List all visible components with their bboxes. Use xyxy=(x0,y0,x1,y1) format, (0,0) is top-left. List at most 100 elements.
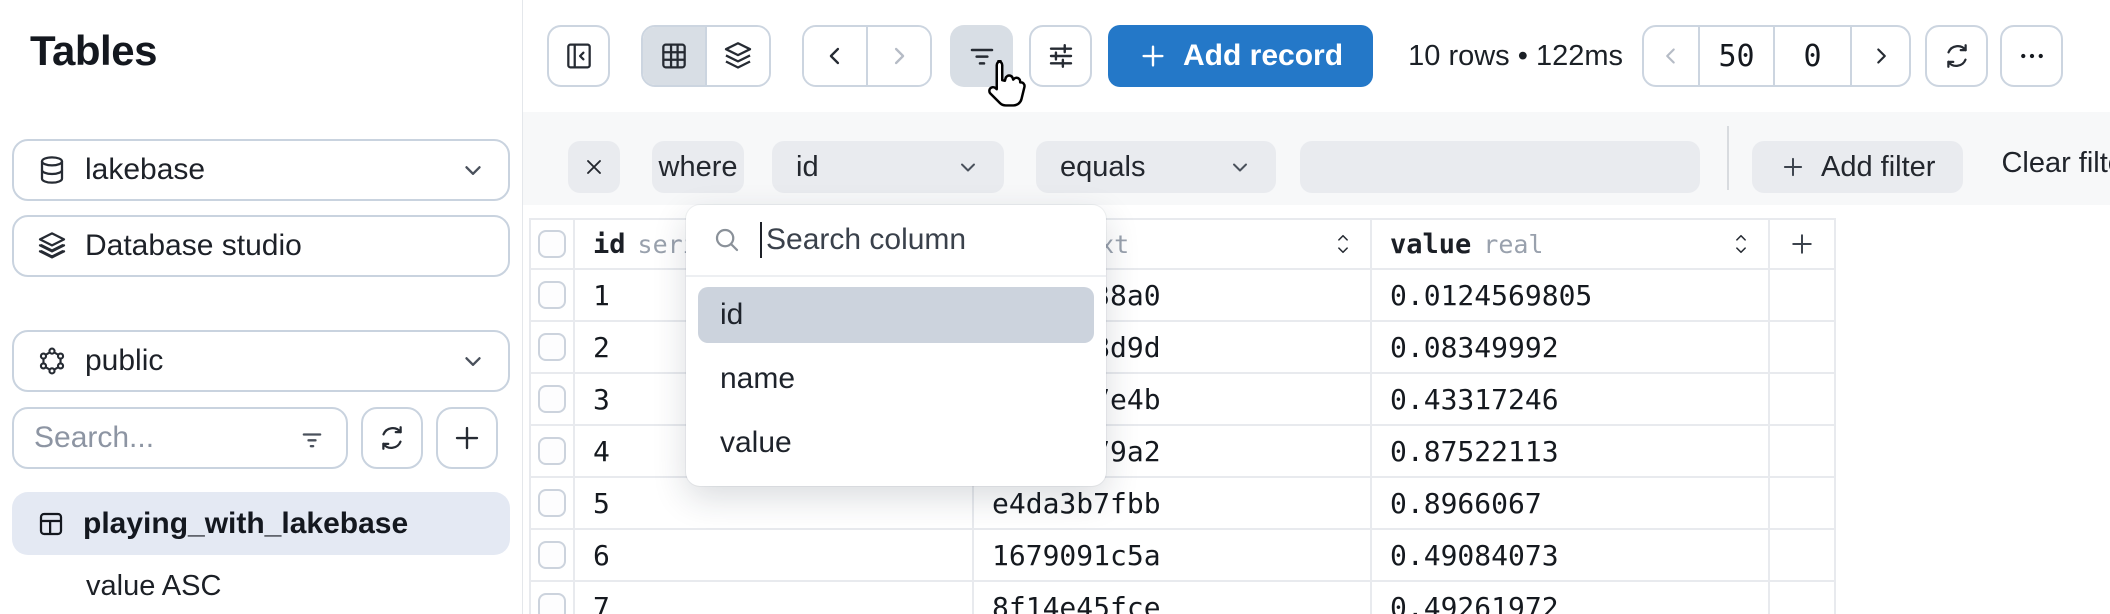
where-label: where xyxy=(652,141,744,193)
database-selector[interactable]: lakebase xyxy=(12,139,510,201)
database-selector-label: lakebase xyxy=(85,153,206,186)
plus-icon xyxy=(452,423,482,453)
plus-icon xyxy=(1138,41,1168,71)
row-checkbox[interactable] xyxy=(538,437,566,465)
row-checkbox[interactable] xyxy=(538,489,566,517)
prev-record-button[interactable] xyxy=(804,27,866,85)
sidebar: Tables lakebase Database studio public S… xyxy=(0,0,523,614)
cell-value[interactable]: 0.8966067 xyxy=(1372,478,1770,530)
query-stats: 10 rows • 122ms xyxy=(1408,39,1623,72)
sidebar-search-row: Search... xyxy=(12,407,510,469)
column-option-value[interactable]: value xyxy=(698,415,1094,471)
table-name-label: playing_with_lakebase xyxy=(83,506,409,540)
table-icon xyxy=(36,509,66,539)
table-row xyxy=(529,322,575,374)
cell-value[interactable]: 0.87522113 xyxy=(1372,426,1770,478)
app: Tables lakebase Database studio public S… xyxy=(0,0,2110,614)
sidebar-item-playing-with-lakebase[interactable]: playing_with_lakebase xyxy=(12,492,510,555)
cell-value[interactable]: 0.49084073 xyxy=(1372,530,1770,582)
prev-page-button[interactable] xyxy=(1644,27,1698,85)
schema-selector[interactable]: public xyxy=(12,330,510,392)
chevron-down-icon xyxy=(1228,155,1252,179)
filter-column-select[interactable]: id xyxy=(772,141,1004,193)
filters-button[interactable] xyxy=(950,25,1013,87)
filter-bar-divider xyxy=(1727,125,1729,190)
filter-lines-icon xyxy=(298,424,326,452)
pagination: 50 0 xyxy=(1642,25,1911,87)
row-checkbox[interactable] xyxy=(538,385,566,413)
add-record-label: Add record xyxy=(1183,39,1344,72)
page-offset-input[interactable]: 0 xyxy=(1775,27,1852,85)
ellipsis-icon xyxy=(2017,41,2047,71)
table-sort-indicator: value ASC xyxy=(86,570,222,602)
cell-empty xyxy=(1770,478,1836,530)
table-view-button[interactable] xyxy=(643,27,705,85)
select-all-checkbox[interactable] xyxy=(538,230,566,258)
add-column-button[interactable] xyxy=(1770,220,1836,270)
filter-operator-select[interactable]: equals xyxy=(1036,141,1276,193)
cell-value[interactable]: 0.49261972 xyxy=(1372,582,1770,614)
cell-id[interactable]: 6 xyxy=(575,530,974,582)
next-page-button[interactable] xyxy=(1852,27,1909,85)
database-studio-button[interactable]: Database studio xyxy=(12,215,510,277)
cell-name[interactable]: 8f14e45fce xyxy=(974,582,1372,614)
layers-view-button[interactable] xyxy=(707,27,769,85)
chevron-left-icon xyxy=(821,42,849,70)
table-row xyxy=(529,530,575,582)
next-record-button[interactable] xyxy=(868,27,930,85)
schema-icon xyxy=(36,345,68,377)
filter-operator-value: equals xyxy=(1060,150,1146,183)
close-icon xyxy=(582,155,606,179)
add-table-button[interactable] xyxy=(436,407,498,469)
filter-column-value: id xyxy=(796,150,819,183)
column-option-id[interactable]: id xyxy=(698,287,1094,343)
cell-empty xyxy=(1770,530,1836,582)
main-panel: Add record 10 rows • 122ms 50 0 where id… xyxy=(523,0,2110,614)
sort-icon[interactable] xyxy=(1332,231,1354,257)
cell-id[interactable]: 7 xyxy=(575,582,974,614)
table-row xyxy=(529,374,575,426)
cell-empty xyxy=(1770,582,1836,614)
row-checkbox[interactable] xyxy=(538,333,566,361)
refresh-data-button[interactable] xyxy=(1925,25,1988,87)
view-settings-button[interactable] xyxy=(1029,25,1092,87)
table-row xyxy=(529,582,575,614)
cell-empty xyxy=(1770,270,1836,322)
row-checkbox[interactable] xyxy=(538,281,566,309)
cell-value[interactable]: 0.0124569805 xyxy=(1372,270,1770,322)
filter-lines-icon xyxy=(966,40,998,72)
column-header-value[interactable]: value real xyxy=(1372,220,1770,270)
table-search-input[interactable]: Search... xyxy=(12,407,348,469)
table-row xyxy=(529,478,575,530)
clear-filters-button[interactable]: Clear filters xyxy=(2001,147,2110,180)
sliders-icon xyxy=(1045,40,1077,72)
column-option-name[interactable]: name xyxy=(698,351,1094,407)
grid-view-icon xyxy=(658,40,690,72)
cell-empty xyxy=(1770,374,1836,426)
cell-empty xyxy=(1770,426,1836,478)
search-placeholder: Search... xyxy=(34,421,155,454)
collapse-sidebar-button[interactable] xyxy=(547,25,610,87)
chevron-left-icon xyxy=(1658,43,1684,69)
row-checkbox[interactable] xyxy=(538,593,566,614)
sort-icon[interactable] xyxy=(1730,231,1752,257)
page-size-input[interactable]: 50 xyxy=(1698,27,1775,85)
database-studio-label: Database studio xyxy=(85,229,302,262)
cell-value[interactable]: 0.08349992 xyxy=(1372,322,1770,374)
chevron-right-icon xyxy=(885,42,913,70)
filter-value-input[interactable] xyxy=(1300,141,1700,193)
cell-name[interactable]: 1679091c5a xyxy=(974,530,1372,582)
cell-value[interactable]: 0.43317246 xyxy=(1372,374,1770,426)
view-mode-toggle xyxy=(641,25,771,87)
chevron-right-icon xyxy=(1868,43,1894,69)
cell-empty xyxy=(1770,322,1836,374)
remove-filter-button[interactable] xyxy=(568,141,620,193)
more-options-button[interactable] xyxy=(2000,25,2063,87)
refresh-tables-button[interactable] xyxy=(361,407,423,469)
add-filter-button[interactable]: Add filter xyxy=(1752,141,1964,193)
add-record-button[interactable]: Add record xyxy=(1108,25,1374,87)
record-nav xyxy=(802,25,932,87)
table-row xyxy=(529,426,575,478)
column-search-input[interactable]: Search column xyxy=(686,205,1106,277)
row-checkbox[interactable] xyxy=(538,541,566,569)
